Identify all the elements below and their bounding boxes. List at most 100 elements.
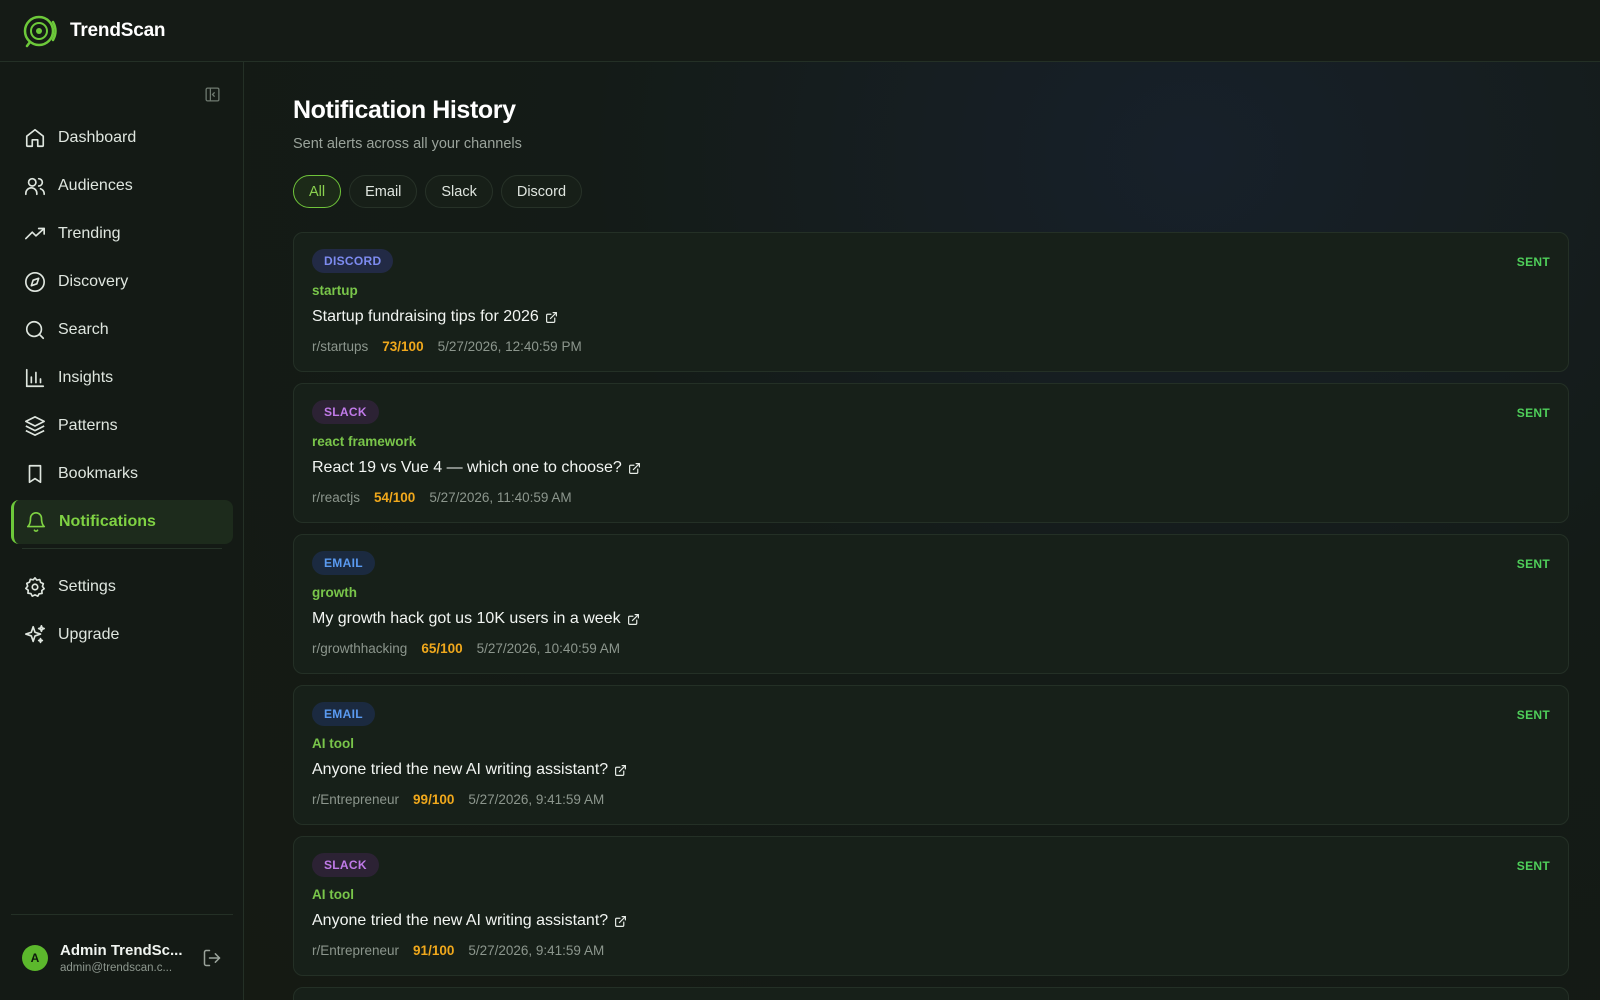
channel-badge: DISCORD — [312, 249, 394, 273]
sparkles-icon — [25, 625, 45, 644]
post-title-link[interactable]: Anyone tried the new AI writing assistan… — [312, 761, 627, 779]
notification-meta: r/startups 73/100 5/27/2026, 12:40:59 PM — [312, 339, 582, 354]
sidebar-item-label: Settings — [58, 578, 116, 595]
filter-slack[interactable]: Slack — [425, 175, 493, 208]
sidebar-item-search[interactable]: Search — [11, 308, 233, 352]
notification-list: DISCORD SENT startup Startup fundraising… — [293, 232, 1569, 1000]
keyword-label: AI tool — [312, 887, 354, 902]
score-label: 99/100 — [413, 792, 455, 807]
status-badge: SENT — [1516, 859, 1550, 873]
sidebar-item-label: Search — [58, 321, 109, 338]
logout-icon[interactable] — [202, 948, 222, 968]
channel-badge: SLACK — [312, 400, 379, 424]
external-link-icon — [628, 462, 640, 474]
search-icon — [25, 320, 45, 340]
notification-card: SLACK SENT react framework React 19 vs V… — [293, 383, 1569, 523]
post-title-link[interactable]: Startup fundraising tips for 2026 — [312, 308, 558, 326]
user-email: admin@trendscan.c... — [60, 961, 173, 974]
sidebar-item-dashboard[interactable]: Dashboard — [11, 116, 233, 160]
brand-name: TrendScan — [70, 19, 166, 41]
channel-badge: EMAIL — [312, 702, 375, 726]
notification-card: EMAIL SENT growth My growth hack got us … — [293, 534, 1569, 674]
filter-all[interactable]: All — [293, 175, 342, 208]
sidebar-item-patterns[interactable]: Patterns — [11, 404, 233, 448]
sidebar-item-notifications[interactable]: Notifications — [11, 500, 233, 544]
page-subtitle: Sent alerts across all your channels — [293, 136, 522, 152]
sidebar-item-label: Upgrade — [58, 626, 120, 643]
compass-icon — [25, 272, 45, 292]
notification-meta: r/Entrepreneur 91/100 5/27/2026, 9:41:59… — [312, 943, 604, 958]
post-title-text: Anyone tried the new AI writing assistan… — [312, 761, 609, 778]
status-badge: SENT — [1516, 406, 1550, 420]
channel-filters: All Email Slack Discord — [293, 175, 583, 208]
post-title-text: Anyone tried the new AI writing assistan… — [312, 912, 609, 929]
external-link-icon — [545, 311, 557, 323]
sidebar-item-insights[interactable]: Insights — [11, 356, 233, 400]
trending-up-icon — [25, 227, 45, 240]
subreddit-label: r/reactjs — [312, 490, 361, 505]
post-title-link[interactable]: Anyone tried the new AI writing assistan… — [312, 912, 627, 930]
post-title-text: My growth hack got us 10K users in a wee… — [312, 610, 621, 627]
bar-chart-icon — [25, 368, 45, 388]
post-title-text: Startup fundraising tips for 2026 — [312, 308, 539, 325]
avatar[interactable]: A — [22, 944, 48, 971]
timestamp-label: 5/27/2026, 9:41:59 AM — [468, 943, 605, 958]
status-badge: SENT — [1516, 255, 1550, 269]
status-badge: SENT — [1516, 708, 1550, 722]
channel-badge: SLACK — [312, 853, 379, 877]
sidebar-item-upgrade[interactable]: Upgrade — [11, 613, 233, 657]
user-name: Admin TrendSc... — [60, 941, 183, 959]
notification-meta: r/Entrepreneur 99/100 5/27/2026, 9:41:59… — [312, 792, 604, 807]
subreddit-label: r/Entrepreneur — [312, 792, 400, 807]
layers-icon — [25, 416, 45, 436]
keyword-label: startup — [312, 283, 358, 298]
filter-discord[interactable]: Discord — [500, 175, 583, 208]
sidebar-item-label: Insights — [58, 369, 114, 386]
user-info: Admin TrendSc... admin@trendscan.c... — [60, 942, 186, 974]
sidebar-item-settings[interactable]: Settings — [11, 565, 233, 609]
post-title-link[interactable]: React 19 vs Vue 4 — which one to choose? — [312, 459, 641, 477]
notification-card — [293, 987, 1569, 1000]
sidebar-collapse-button[interactable] — [202, 84, 222, 104]
post-title-text: React 19 vs Vue 4 — which one to choose? — [312, 459, 622, 476]
sidebar-item-discovery[interactable]: Discovery — [11, 260, 233, 304]
gear-icon — [25, 577, 45, 597]
top-bar: TrendScan — [0, 0, 1600, 62]
score-label: 91/100 — [413, 943, 455, 958]
sidebar-item-label: Discovery — [58, 273, 129, 290]
keyword-label: growth — [312, 585, 357, 600]
notification-card: SLACK SENT AI tool Anyone tried the new … — [293, 836, 1569, 976]
post-title-link[interactable]: My growth hack got us 10K users in a wee… — [312, 610, 640, 628]
sidebar-item-bookmarks[interactable]: Bookmarks — [11, 452, 233, 496]
score-label: 73/100 — [382, 339, 424, 354]
keyword-label: react framework — [312, 434, 417, 449]
external-link-icon — [615, 764, 627, 776]
filter-email[interactable]: Email — [349, 175, 418, 208]
timestamp-label: 5/27/2026, 9:41:59 AM — [468, 792, 605, 807]
panel-collapse-icon — [204, 86, 220, 102]
timestamp-label: 5/27/2026, 11:40:59 AM — [429, 490, 572, 505]
external-link-icon — [627, 613, 639, 625]
bookmark-icon — [28, 464, 42, 484]
subreddit-label: r/Entrepreneur — [312, 943, 400, 958]
trendscan-logo-icon — [23, 15, 57, 47]
notification-meta: r/growthhacking 65/100 5/27/2026, 10:40:… — [312, 641, 620, 656]
external-link-icon — [615, 915, 627, 927]
sidebar-item-label: Trending — [58, 225, 121, 242]
sidebar-item-label: Notifications — [59, 513, 156, 530]
subreddit-label: r/startups — [312, 339, 369, 354]
notification-card: DISCORD SENT startup Startup fundraising… — [293, 232, 1569, 372]
home-icon — [25, 128, 45, 148]
sidebar-item-audiences[interactable]: Audiences — [11, 164, 233, 208]
score-label: 65/100 — [421, 641, 463, 656]
sidebar: Dashboard Audiences Trending Discovery S… — [0, 62, 244, 1000]
bell-icon — [26, 512, 46, 533]
user-profile: A Admin TrendSc... admin@trendscan.c... — [11, 914, 233, 1000]
sidebar-item-label: Patterns — [58, 417, 118, 434]
keyword-label: AI tool — [312, 736, 354, 751]
channel-badge: EMAIL — [312, 551, 375, 575]
notification-card: EMAIL SENT AI tool Anyone tried the new … — [293, 685, 1569, 825]
page-title: Notification History — [293, 96, 516, 124]
sidebar-item-trending[interactable]: Trending — [11, 212, 233, 256]
status-badge: SENT — [1516, 557, 1550, 571]
